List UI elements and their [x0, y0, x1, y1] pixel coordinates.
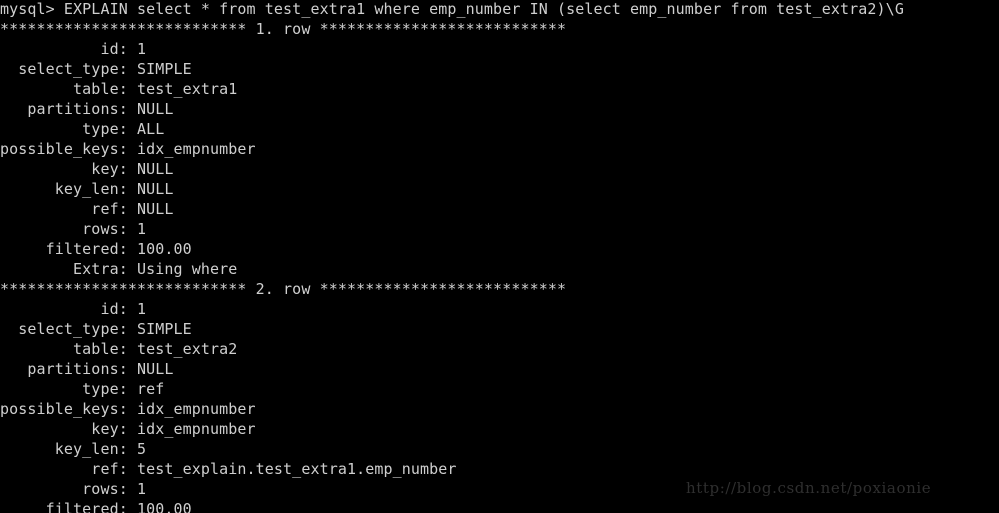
- terminal-line-row2-select-type: select_type: SIMPLE: [0, 320, 192, 338]
- terminal-line-row1-possible-keys: possible_keys: idx_empnumber: [0, 140, 256, 158]
- terminal-line-row2-filtered: filtered: 100.00: [0, 500, 192, 513]
- terminal-line-row1-type: type: ALL: [0, 120, 165, 138]
- terminal-window[interactable]: mysql> EXPLAIN select * from test_extra1…: [0, 0, 999, 513]
- terminal-line-row1-table: table: test_extra1: [0, 80, 238, 98]
- terminal-line-row1-rows: rows: 1: [0, 220, 147, 238]
- terminal-line-row1-ref: ref: NULL: [0, 200, 174, 218]
- terminal-line-row1-extra: Extra: Using where: [0, 260, 238, 278]
- terminal-line-row2-type: type: ref: [0, 380, 165, 398]
- terminal-line-row2-key-len: key_len: 5: [0, 440, 147, 458]
- terminal-line-row2-table: table: test_extra2: [0, 340, 238, 358]
- terminal-line-row2-rows: rows: 1: [0, 480, 147, 498]
- terminal-line-command: mysql> EXPLAIN select * from test_extra1…: [0, 0, 904, 18]
- terminal-line-row1-select-type: select_type: SIMPLE: [0, 60, 192, 78]
- watermark-text: http://blog.csdn.net/poxiaonie: [686, 479, 932, 497]
- terminal-line-row2-separator: *************************** 2. row *****…: [0, 280, 567, 298]
- terminal-line-row1-partitions: partitions: NULL: [0, 100, 174, 118]
- terminal-line-row2-possible-keys: possible_keys: idx_empnumber: [0, 400, 256, 418]
- terminal-line-row1-id: id: 1: [0, 40, 147, 58]
- terminal-line-row2-ref: ref: test_explain.test_extra1.emp_number: [0, 460, 457, 478]
- terminal-line-row1-key-len: key_len: NULL: [0, 180, 174, 198]
- terminal-line-row2-id: id: 1: [0, 300, 147, 318]
- terminal-line-row1-key: key: NULL: [0, 160, 174, 178]
- terminal-line-row1-filtered: filtered: 100.00: [0, 240, 192, 258]
- terminal-line-row2-key: key: idx_empnumber: [0, 420, 256, 438]
- terminal-line-row2-partitions: partitions: NULL: [0, 360, 174, 378]
- terminal-line-row1-separator: *************************** 1. row *****…: [0, 20, 567, 38]
